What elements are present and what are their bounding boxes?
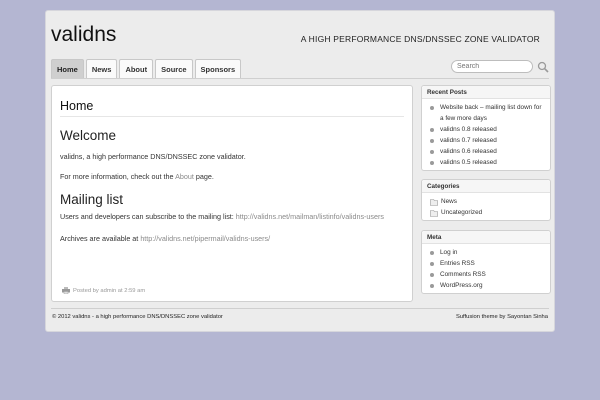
search-input[interactable] (451, 60, 533, 73)
recent-post-link[interactable]: Website back – mailing list down for a f… (440, 102, 545, 124)
recent-post-item[interactable]: Website back – mailing list down for a f… (430, 102, 545, 124)
title-divider (60, 116, 404, 117)
meta-widget: Meta Log in Entries RSS Comments RSS Wor… (421, 230, 551, 294)
site-title[interactable]: validns (51, 23, 116, 47)
footer-copyright: © 2012 validns - a high performance DNS/… (52, 314, 223, 320)
archives-link[interactable]: http://validns.net/pipermail/validns-use… (140, 234, 270, 243)
print-icon[interactable] (62, 287, 70, 294)
subscribe-link[interactable]: http://validns.net/mailman/listinfo/vali… (236, 212, 384, 221)
recent-post-link[interactable]: validns 0.5 released (440, 157, 497, 168)
category-item[interactable]: News (430, 196, 545, 207)
tab-sponsors[interactable]: Sponsors (194, 59, 242, 78)
meta-item[interactable]: Entries RSS (430, 258, 545, 269)
footer-divider (51, 308, 549, 309)
recent-post-link[interactable]: validns 0.6 released (440, 146, 497, 157)
recent-posts-title: Recent Posts (422, 86, 550, 99)
footer-theme-credit[interactable]: Suffusion theme by Sayontan Sinha (456, 314, 548, 320)
more-info-prefix: For more information, check out the (60, 172, 176, 181)
main-nav: Home News About Source Sponsors (51, 59, 242, 78)
page-title: Home (60, 99, 94, 113)
tab-source[interactable]: Source (155, 59, 193, 78)
subscribe-prefix: Users and developers can subscribe to th… (60, 212, 236, 221)
bullet-icon (430, 283, 434, 288)
bullet-icon (430, 149, 434, 154)
meta-title: Meta (422, 231, 550, 244)
entries-rss-link[interactable]: Entries RSS (440, 258, 475, 269)
page-container: validns A HIGH PERFORMANCE DNS/DNSSEC ZO… (45, 10, 555, 332)
tab-about[interactable]: About (119, 59, 154, 78)
tab-news[interactable]: News (85, 59, 118, 78)
recent-post-link[interactable]: validns 0.7 released (440, 135, 497, 146)
folder-icon (430, 209, 438, 217)
posted-by-text: Posted by admin at 2:59 am (73, 287, 146, 294)
archives-text: Archives are available at http://validns… (60, 234, 270, 243)
category-link[interactable]: News (441, 196, 457, 207)
comments-rss-link[interactable]: Comments RSS (440, 269, 486, 280)
recent-post-link[interactable]: validns 0.8 released (440, 124, 497, 135)
meta-item[interactable]: WordPress.org (430, 280, 545, 291)
bullet-icon (430, 127, 434, 132)
tab-home[interactable]: Home (51, 59, 84, 78)
bullet-icon (430, 250, 434, 255)
more-info-text: For more information, check out the Abou… (60, 172, 214, 181)
bullet-icon (430, 272, 434, 277)
wordpress-link[interactable]: WordPress.org (440, 280, 483, 291)
recent-post-item[interactable]: validns 0.5 released (430, 157, 545, 168)
folder-icon (430, 198, 438, 206)
mailing-list-heading: Mailing list (60, 192, 124, 207)
recent-post-item[interactable]: validns 0.8 released (430, 124, 545, 135)
bullet-icon (430, 160, 434, 165)
about-link[interactable]: About (175, 172, 194, 181)
recent-post-item[interactable]: validns 0.7 released (430, 135, 545, 146)
recent-posts-widget: Recent Posts Website back – mailing list… (421, 85, 551, 171)
search-box (451, 60, 549, 73)
meta-item[interactable]: Comments RSS (430, 269, 545, 280)
categories-title: Categories (422, 180, 550, 193)
recent-post-item[interactable]: validns 0.6 released (430, 146, 545, 157)
welcome-heading: Welcome (60, 128, 117, 143)
categories-widget: Categories News Uncategorized (421, 179, 551, 221)
more-info-suffix: page. (193, 172, 214, 181)
search-icon[interactable] (537, 61, 549, 73)
main-content: Home Welcome validns, a high performance… (51, 85, 413, 302)
category-item[interactable]: Uncategorized (430, 207, 545, 218)
subscribe-text: Users and developers can subscribe to th… (60, 212, 384, 221)
bullet-icon (430, 138, 434, 143)
login-link[interactable]: Log in (440, 247, 457, 258)
archives-prefix: Archives are available at (60, 234, 141, 243)
bullet-icon (430, 105, 434, 110)
welcome-text: validns, a high performance DNS/DNSSEC z… (60, 152, 246, 161)
post-meta: Posted by admin at 2:59 am (62, 287, 145, 294)
nav-divider (51, 78, 549, 79)
bullet-icon (430, 261, 434, 266)
site-description: A HIGH PERFORMANCE DNS/DNSSEC ZONE VALID… (300, 34, 540, 44)
category-link[interactable]: Uncategorized (441, 207, 482, 218)
meta-item[interactable]: Log in (430, 247, 545, 258)
